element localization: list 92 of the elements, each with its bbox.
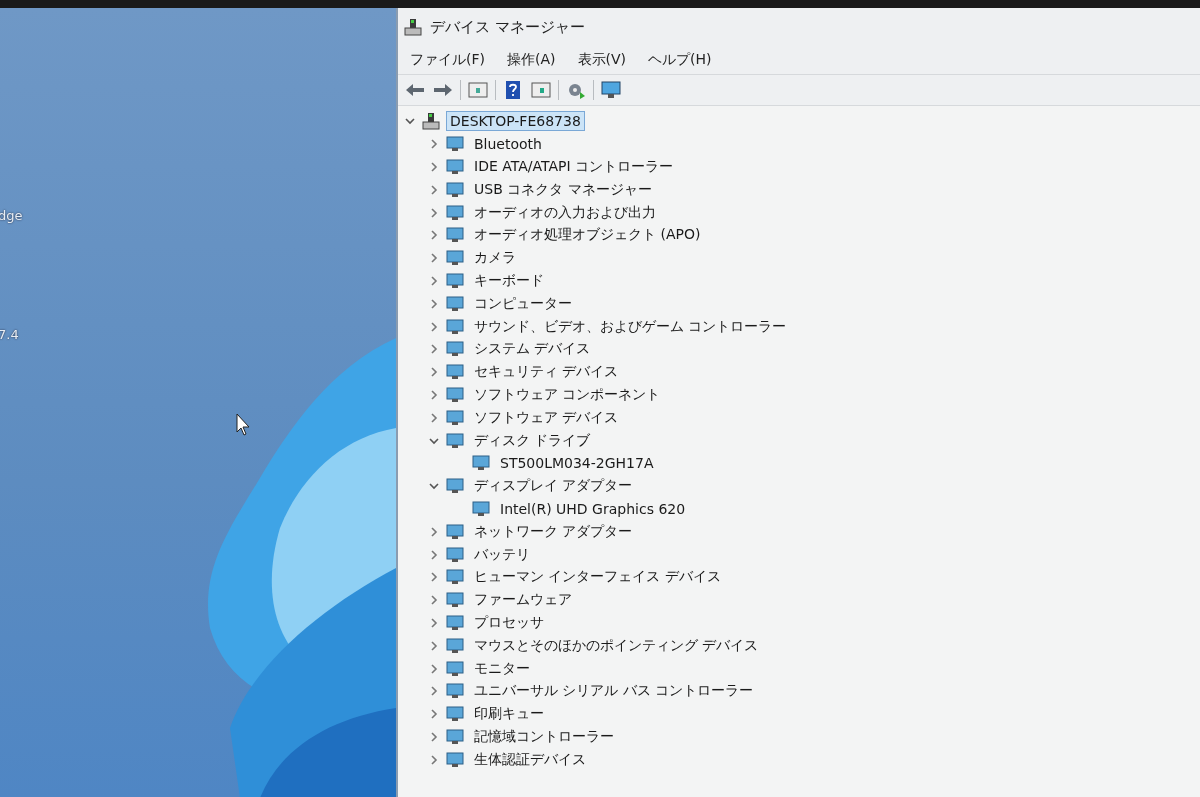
device-icon [472, 500, 490, 517]
expand-caret-icon[interactable] [428, 343, 440, 356]
device-icon [446, 432, 464, 449]
expand-caret-icon[interactable] [428, 548, 440, 561]
computer-icon [422, 112, 440, 131]
tree-item[interactable]: ソフトウェア デバイス [470, 406, 623, 429]
device-icon [446, 272, 464, 289]
device-icon [446, 546, 464, 563]
expand-caret-icon[interactable] [428, 161, 440, 173]
device-icon [446, 614, 464, 631]
device-icon [446, 227, 464, 244]
device-icon [446, 478, 464, 495]
device-icon [446, 751, 464, 768]
menu-item[interactable]: ヘルプ(H) [648, 51, 712, 69]
expand-caret-icon[interactable] [428, 138, 440, 151]
device-icon [446, 592, 464, 609]
tree-item[interactable]: セキュリティ デバイス [470, 361, 623, 384]
device-icon [446, 706, 464, 723]
tree-item[interactable]: 記憶域コントローラー [470, 725, 618, 748]
expand-caret-icon[interactable] [428, 525, 440, 538]
device-icon [446, 250, 464, 267]
computer-icon [404, 18, 422, 36]
expand-caret-icon[interactable] [428, 252, 440, 265]
tree-item[interactable]: Intel(R) UHD Graphics 620 [496, 498, 690, 519]
device-icon [446, 159, 464, 175]
menu-item[interactable]: ファイル(F) [410, 51, 485, 69]
tree-item[interactable]: DESKTOP-FE68738 [446, 111, 585, 132]
tree-item[interactable]: システム デバイス [470, 338, 595, 361]
device-icon [472, 455, 490, 472]
tree-item[interactable]: カメラ [470, 247, 520, 270]
menu-item[interactable]: 表示(V) [577, 51, 626, 69]
tree-item[interactable]: ファームウェア [470, 589, 576, 612]
expand-caret-icon[interactable] [428, 206, 440, 219]
menu-item[interactable]: 操作(A) [507, 51, 556, 69]
expand-caret-icon[interactable] [428, 320, 440, 333]
tree-item[interactable]: プロセッサ [470, 611, 548, 634]
device-icon [446, 364, 464, 381]
expand-caret-icon[interactable] [428, 366, 440, 379]
tree-item[interactable]: 生体認証デバイス [470, 748, 590, 771]
panel-icon[interactable] [467, 80, 489, 100]
expand-caret-icon[interactable] [428, 662, 440, 675]
tree-item[interactable]: ユニバーサル シリアル バス コントローラー [470, 680, 758, 703]
tree-item[interactable]: ソフトウェア コンポーネント [470, 383, 665, 406]
panel-icon[interactable] [530, 80, 552, 100]
device-icon [446, 683, 464, 700]
tree-item[interactable]: Bluetooth [470, 134, 546, 155]
tree-item[interactable]: ディスプレイ アダプター [470, 475, 637, 498]
tree-item[interactable]: キーボード [470, 269, 548, 292]
expand-caret-icon[interactable] [428, 571, 440, 584]
tree-item[interactable]: 印刷キュー [470, 703, 548, 726]
device-icon [446, 136, 464, 153]
expand-caret-icon[interactable] [428, 297, 440, 310]
tree-item[interactable]: コンピューター [470, 292, 576, 315]
expand-caret-icon[interactable] [428, 388, 440, 401]
tree-item[interactable]: オーディオの入力および出力 [470, 201, 660, 224]
device-icon [446, 409, 464, 426]
tree-item[interactable]: マウスとそのほかのポインティング デバイス [470, 634, 763, 657]
expand-caret-icon[interactable] [428, 730, 440, 743]
device-icon [446, 569, 464, 586]
expand-caret-icon[interactable] [428, 183, 440, 196]
device-icon [446, 637, 464, 654]
tree-item[interactable]: USB コネクタ マネージャー [470, 178, 656, 201]
tree-item[interactable]: ディスク ドライブ [470, 429, 595, 452]
device-icon [446, 523, 464, 540]
tree-item[interactable]: バッテリ [470, 543, 534, 566]
device-icon [446, 341, 464, 358]
expand-caret-icon[interactable] [428, 639, 440, 652]
tree-item[interactable]: IDE ATA/ATAPI コントローラー [470, 156, 677, 178]
expand-caret-icon[interactable] [428, 411, 440, 424]
tree-item[interactable]: モニター [470, 657, 534, 680]
mouse-pointer-icon [236, 413, 252, 437]
window-title: デバイス マネージャー [430, 17, 585, 37]
monitor-search-icon[interactable] [600, 80, 622, 100]
device-icon [446, 204, 464, 221]
expand-caret-icon[interactable] [428, 753, 440, 766]
tree-item[interactable]: ST500LM034-2GH17A [496, 453, 658, 474]
expand-caret-icon[interactable] [428, 274, 440, 287]
device-icon [446, 295, 464, 312]
device-icon [446, 660, 464, 677]
expand-caret-icon[interactable] [428, 685, 440, 698]
device-icon [446, 318, 464, 335]
tree-item[interactable]: オーディオ処理オブジェクト (APO) [470, 224, 705, 247]
tree-item[interactable]: ヒューマン インターフェイス デバイス [470, 566, 725, 589]
tree-item[interactable]: サウンド、ビデオ、およびゲーム コントローラー [470, 315, 791, 338]
device-icon [446, 728, 464, 745]
device-icon [446, 386, 464, 403]
expand-caret-icon[interactable] [428, 708, 440, 721]
expand-caret-icon[interactable] [428, 594, 440, 607]
tree-item[interactable]: ネットワーク アダプター [470, 520, 637, 543]
device-icon [446, 181, 464, 198]
expand-caret-icon[interactable] [428, 616, 440, 629]
expand-caret-icon[interactable] [428, 229, 440, 242]
